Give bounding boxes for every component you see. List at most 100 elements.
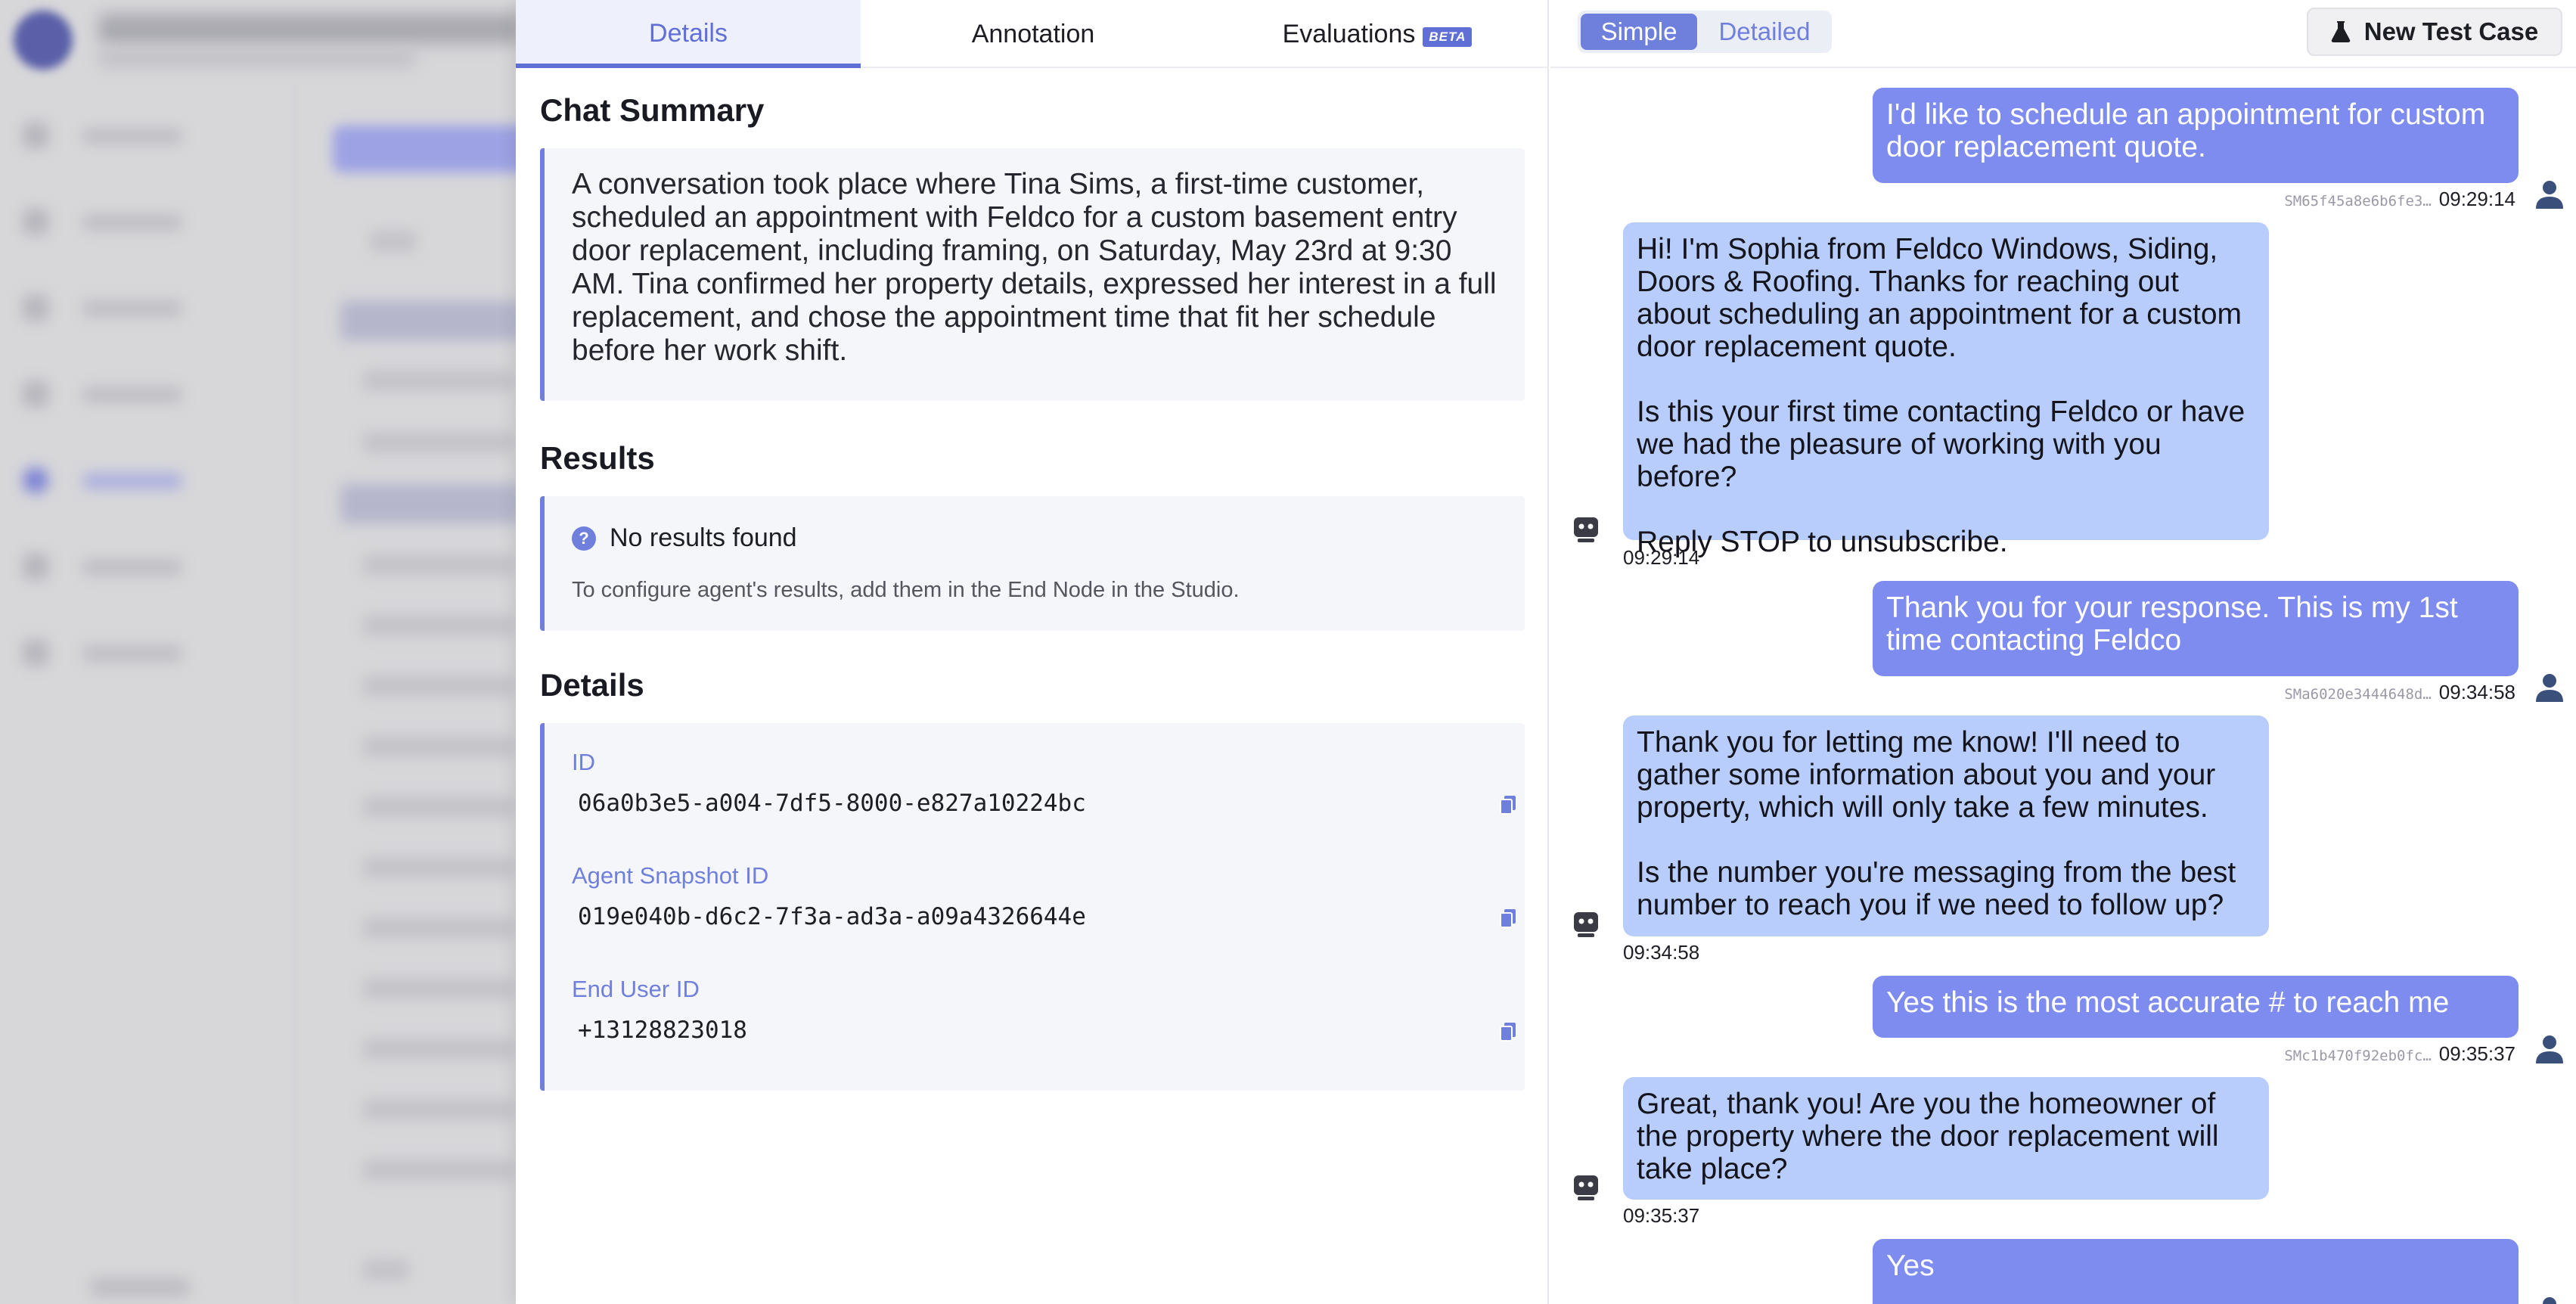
- details-panel: Details Annotation Evaluations BETA Chat …: [516, 0, 1549, 1304]
- beta-badge: BETA: [1423, 27, 1473, 47]
- app-subtitle-blur: [98, 50, 416, 67]
- new-test-case-label: New Test Case: [2363, 17, 2539, 45]
- bg-nav-item: [23, 204, 204, 241]
- detail-agent-snapshot-value: 019e040b-d6c2-7f3a-ad3a-a09a4326644e: [578, 903, 1086, 930]
- app-title-blur: [98, 14, 516, 44]
- details-card: ID 06a0b3e5-a004-7df5-8000-e827a10224bc …: [540, 723, 1525, 1091]
- bg-nav-item: [23, 635, 204, 672]
- message-sid: SM65f45a8e6b6fe3…: [2284, 193, 2432, 210]
- tab-bar: Details Annotation Evaluations BETA: [516, 0, 1549, 68]
- tab-evaluations[interactable]: Evaluations BETA: [1206, 0, 1549, 68]
- tab-annotation-label: Annotation: [971, 19, 1095, 48]
- bg-row: [363, 616, 514, 635]
- simple-view-button[interactable]: Simple: [1581, 14, 1697, 50]
- bg-nav-item: [23, 118, 204, 154]
- flask-icon: [2331, 21, 2350, 42]
- tab-evaluations-label: Evaluations: [1282, 19, 1416, 48]
- bot-message: Thank you for letting me know! I'll need…: [1623, 716, 2269, 936]
- copy-agent-snapshot-icon[interactable]: [1499, 908, 1517, 929]
- copy-end-user-icon[interactable]: [1499, 1021, 1517, 1042]
- bg-row: [363, 1039, 514, 1059]
- bg-row: [363, 371, 514, 390]
- bg-button-blur: [333, 126, 516, 172]
- message-text: I'd like to schedule an appointment for …: [1886, 98, 2486, 163]
- no-results-row: ? No results found: [572, 523, 797, 553]
- message-meta: 09:29:14: [1623, 546, 1699, 570]
- message-time: 09:29:14: [1623, 546, 1700, 569]
- detailed-view-button[interactable]: Detailed: [1702, 14, 1827, 50]
- copy-id-icon[interactable]: [1499, 794, 1517, 815]
- bg-row: [363, 797, 514, 817]
- conversation-drawer: Details Annotation Evaluations BETA Chat …: [516, 0, 2576, 1304]
- bot-message: Great, thank you! Are you the homeowner …: [1623, 1077, 2269, 1200]
- message-meta: SM65f45a8e6b6fe3… 09:29:14: [2284, 188, 2515, 211]
- message-text: Hi! I'm Sophia from Feldco Windows, Sidi…: [1637, 233, 2245, 558]
- bg-row: [363, 737, 514, 756]
- message-time: 09:34:58: [2438, 681, 2515, 703]
- bg-nav-item-active: [23, 463, 204, 499]
- bg-row: [363, 1100, 514, 1119]
- bg-row: [363, 555, 514, 575]
- bot-message: Hi! I'm Sophia from Feldco Windows, Sidi…: [1623, 222, 2269, 558]
- user-message: Thank you for your response. This is my …: [1873, 581, 2519, 676]
- message-meta: SMc1b470f92eb0fc… 09:35:37: [2284, 1042, 2515, 1066]
- message-time: 09:35:37: [2438, 1042, 2515, 1065]
- user-avatar-icon: [2536, 1035, 2563, 1063]
- new-test-case-button[interactable]: New Test Case: [2307, 8, 2562, 56]
- message-sid: SMc1b470f92eb0fc…: [2284, 1048, 2432, 1064]
- results-title: Results: [540, 440, 655, 476]
- tab-details-label: Details: [649, 18, 728, 48]
- bg-nav-item: [23, 377, 204, 413]
- detail-end-user-value: +13128823018: [578, 1017, 747, 1044]
- message-text: Yes this is the most accurate # to reach…: [1886, 986, 2450, 1019]
- view-toggle: Simple Detailed: [1578, 11, 1832, 53]
- bg-row: [363, 676, 514, 696]
- bg-row: [371, 231, 416, 251]
- bg-row: [363, 858, 514, 877]
- chat-summary-text: A conversation took place where Tina Sim…: [572, 168, 1497, 367]
- message-text: Thank you for your response. This is my …: [1886, 591, 2458, 657]
- bg-row: [363, 433, 514, 452]
- message-sid: SMa6020e3444648d…: [2284, 686, 2432, 703]
- user-avatar-icon: [2536, 674, 2563, 702]
- user-message: Yes: [1873, 1239, 2519, 1304]
- bg-row: [340, 301, 516, 340]
- bg-divider: [295, 83, 296, 1304]
- message-meta: 09:34:58: [1623, 941, 1699, 964]
- tab-annotation[interactable]: Annotation: [861, 0, 1206, 68]
- chat-summary-card: A conversation took place where Tina Sim…: [540, 148, 1525, 401]
- user-message: Yes this is the most accurate # to reach…: [1873, 976, 2519, 1038]
- bot-avatar-icon: [1574, 912, 1598, 937]
- message-time: 09:35:37: [1623, 1204, 1700, 1227]
- conversation-header: Simple Detailed New Test Case: [1550, 0, 2576, 68]
- app-logo: [14, 11, 73, 70]
- tab-details[interactable]: Details: [516, 0, 861, 68]
- detail-agent-snapshot-label: Agent Snapshot ID: [572, 862, 769, 889]
- background-app: [0, 0, 516, 1304]
- bg-footer: [91, 1278, 189, 1296]
- message-text: Yes: [1886, 1250, 1935, 1282]
- bg-row: [363, 979, 514, 998]
- user-avatar-icon: [2543, 1297, 2556, 1304]
- bot-avatar-icon: [1574, 517, 1598, 542]
- bg-nav-item: [23, 549, 204, 585]
- detail-id-label: ID: [572, 749, 595, 775]
- message-text: Great, thank you! Are you the homeowner …: [1637, 1088, 2219, 1185]
- message-time: 09:34:58: [1623, 941, 1700, 964]
- no-results-hint: To configure agent's results, add them i…: [572, 578, 1240, 602]
- no-results-text: No results found: [610, 523, 797, 552]
- detail-end-user-label: End User ID: [572, 976, 700, 1002]
- message-meta: SMa6020e3444648d… 09:34:58: [2284, 681, 2515, 704]
- user-avatar-icon: [2536, 181, 2563, 209]
- bg-nav-item: [23, 290, 204, 327]
- bg-row: [363, 918, 514, 938]
- question-circle-icon: ?: [572, 526, 596, 551]
- bg-row: [363, 1260, 408, 1280]
- chat-summary-title: Chat Summary: [540, 92, 765, 128]
- user-message: I'd like to schedule an appointment for …: [1873, 88, 2519, 183]
- message-meta: 09:35:37: [1623, 1204, 1699, 1228]
- bg-row: [363, 1160, 514, 1180]
- bot-avatar-icon: [1574, 1175, 1598, 1200]
- results-card: ? No results found To configure agent's …: [540, 496, 1525, 631]
- message-time: 09:29:14: [2438, 188, 2515, 210]
